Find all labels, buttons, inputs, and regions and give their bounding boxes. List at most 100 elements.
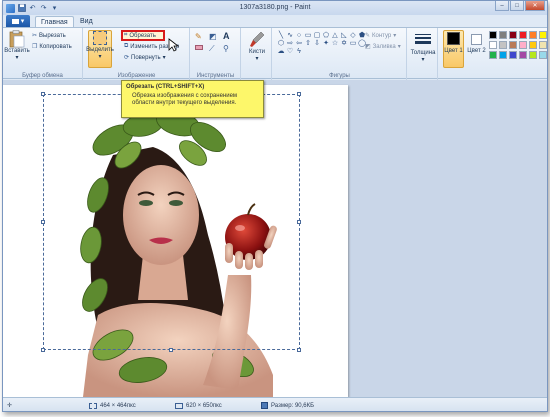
shape-line-icon[interactable]: ╲ bbox=[277, 32, 285, 39]
shape-curve-icon[interactable]: ∿ bbox=[286, 32, 294, 39]
rotate-label: Повернуть bbox=[131, 54, 161, 61]
palette-swatch-9[interactable] bbox=[519, 41, 527, 49]
fill-tool[interactable]: ◩ bbox=[209, 32, 217, 41]
color-picker-tool[interactable]: ⟋ bbox=[209, 44, 215, 54]
shape-rounded-rect-icon[interactable]: ▢ bbox=[313, 32, 321, 39]
pencil-tool[interactable]: ✎ bbox=[195, 32, 202, 41]
shape-star6-icon[interactable]: ✡ bbox=[340, 40, 348, 47]
title-bar: ↶ ↷ ▾ 1307a3180.png - Paint – □ ✕ bbox=[3, 1, 547, 15]
shape-lightning-icon[interactable]: ϟ bbox=[295, 48, 303, 55]
magnifier-tool[interactable]: ⚲ bbox=[223, 44, 229, 53]
shape-callout-cloud-icon[interactable]: ☁ bbox=[277, 48, 285, 55]
palette-swatch-5[interactable] bbox=[539, 31, 547, 39]
file-size-text: Размер: 90,6КБ bbox=[271, 402, 315, 409]
crop-button[interactable]: ⌗ Обрезать bbox=[124, 32, 156, 39]
palette-swatch-0[interactable] bbox=[489, 31, 497, 39]
color1-button[interactable]: Цвет 1 bbox=[444, 32, 463, 55]
selection-handle-ml[interactable] bbox=[41, 220, 45, 224]
color-palette bbox=[489, 31, 547, 59]
shape-right-triangle-icon[interactable]: ◺ bbox=[340, 32, 348, 39]
shape-arrow-up-icon[interactable]: ⇧ bbox=[304, 40, 312, 47]
rotate-icon: ⟳ bbox=[124, 55, 130, 61]
color2-button[interactable]: Цвет 2 bbox=[467, 34, 486, 55]
copy-button[interactable]: ❐ Копировать bbox=[32, 43, 72, 51]
cut-label: Вырезать bbox=[39, 32, 66, 39]
shape-hexagon-icon[interactable]: ⬡ bbox=[277, 40, 285, 47]
palette-swatch-11[interactable] bbox=[539, 41, 547, 49]
outline-icon: ✎ bbox=[365, 33, 371, 39]
cut-button[interactable]: ✂ Вырезать bbox=[32, 32, 66, 40]
outline-dropdown-icon: ▾ bbox=[393, 33, 397, 39]
selection-handle-bl[interactable] bbox=[41, 348, 45, 352]
cursor-position: ✛ bbox=[7, 402, 12, 409]
shape-oval-icon[interactable]: ○ bbox=[295, 32, 303, 39]
eraser-tool[interactable] bbox=[195, 45, 203, 50]
fill-button[interactable]: ◩ Заливка ▾ bbox=[365, 43, 401, 51]
shape-star4-icon[interactable]: ✦ bbox=[322, 40, 330, 47]
paste-dropdown-icon[interactable]: ▾ bbox=[15, 54, 18, 61]
size-group: Толщина ▾ bbox=[408, 28, 438, 80]
tab-home[interactable]: Главная bbox=[35, 16, 74, 27]
colors-group: Цвет 1 Цвет 2 bbox=[439, 28, 547, 80]
paste-button[interactable]: Вставить ▾ bbox=[4, 30, 30, 61]
palette-swatch-12[interactable] bbox=[489, 51, 497, 59]
shape-arrow-right-icon[interactable]: ⇨ bbox=[286, 40, 294, 47]
minimize-icon[interactable]: – bbox=[495, 1, 509, 11]
crop-label: Обрезать bbox=[129, 32, 156, 39]
image-canvas[interactable] bbox=[3, 85, 348, 397]
selection-handle-tr[interactable] bbox=[297, 92, 301, 96]
pencil-icon: ✎ bbox=[195, 32, 202, 41]
clipboard-group-label: Буфер обмена bbox=[22, 73, 63, 79]
palette-swatch-13[interactable] bbox=[499, 51, 507, 59]
tab-view[interactable]: Вид bbox=[75, 16, 98, 27]
shape-diamond-icon[interactable]: ◇ bbox=[349, 32, 357, 39]
rotate-dropdown-icon[interactable]: ▾ bbox=[163, 54, 166, 61]
shape-star5-icon[interactable]: ☆ bbox=[331, 40, 339, 47]
selection-handle-br[interactable] bbox=[297, 348, 301, 352]
palette-swatch-4[interactable] bbox=[529, 31, 537, 39]
shape-triangle-icon[interactable]: △ bbox=[331, 32, 339, 39]
outline-button[interactable]: ✎ Контур ▾ bbox=[365, 32, 397, 40]
size-dropdown-icon[interactable]: ▾ bbox=[421, 56, 424, 63]
brushes-button[interactable]: Кисти ▾ bbox=[246, 31, 268, 62]
file-menu-button[interactable]: ▾ bbox=[6, 15, 30, 27]
magnifier-icon: ⚲ bbox=[223, 44, 229, 53]
copy-label: Копировать bbox=[39, 43, 72, 50]
palette-swatch-6[interactable] bbox=[489, 41, 497, 49]
size-button[interactable]: Толщина ▾ bbox=[411, 33, 435, 63]
crop-tooltip: Обрезать (CTRL+SHIFT+X) Обрезка изображе… bbox=[121, 80, 264, 118]
file-menu-label: ▾ bbox=[20, 18, 25, 25]
selection-rectangle[interactable] bbox=[43, 94, 300, 350]
selection-handle-tl[interactable] bbox=[41, 92, 45, 96]
palette-swatch-7[interactable] bbox=[499, 41, 507, 49]
palette-swatch-15[interactable] bbox=[519, 51, 527, 59]
selection-handle-mr[interactable] bbox=[297, 220, 301, 224]
maximize-icon[interactable]: □ bbox=[510, 1, 524, 11]
palette-swatch-17[interactable] bbox=[539, 51, 547, 59]
shape-callout-rect-icon[interactable]: ▭ bbox=[349, 40, 357, 47]
color1-swatch bbox=[447, 32, 460, 45]
color2-swatch bbox=[471, 34, 482, 45]
palette-swatch-1[interactable] bbox=[499, 31, 507, 39]
palette-swatch-2[interactable] bbox=[509, 31, 517, 39]
palette-swatch-10[interactable] bbox=[529, 41, 537, 49]
shape-heart-icon[interactable]: ♡ bbox=[286, 48, 294, 55]
paint-window: ↶ ↷ ▾ 1307a3180.png - Paint – □ ✕ ▾ Глав… bbox=[2, 0, 548, 412]
shape-arrow-down-icon[interactable]: ⇩ bbox=[313, 40, 321, 47]
palette-swatch-14[interactable] bbox=[509, 51, 517, 59]
select-dropdown-icon[interactable]: ▾ bbox=[98, 53, 101, 60]
palette-swatch-3[interactable] bbox=[519, 31, 527, 39]
text-tool[interactable]: A bbox=[223, 31, 230, 41]
brushes-dropdown-icon[interactable]: ▾ bbox=[255, 55, 258, 62]
rotate-button[interactable]: ⟳ Повернуть ▾ bbox=[124, 54, 166, 62]
selection-handle-bc[interactable] bbox=[169, 348, 173, 352]
tooltip-description: Обрезка изображения с сохранением област… bbox=[132, 93, 238, 106]
select-button[interactable]: Выделить ▾ bbox=[86, 31, 114, 60]
close-icon[interactable]: ✕ bbox=[525, 1, 545, 11]
shape-arrow-left-icon[interactable]: ⇦ bbox=[295, 40, 303, 47]
shape-rectangle-icon[interactable]: ▭ bbox=[304, 32, 312, 39]
palette-swatch-16[interactable] bbox=[529, 51, 537, 59]
shape-polygon-icon[interactable]: ⬠ bbox=[322, 32, 330, 39]
palette-swatch-8[interactable] bbox=[509, 41, 517, 49]
image-group: Выделить ▾ ⌗ Обрезать ⧉ Изменить размер … bbox=[84, 28, 190, 80]
